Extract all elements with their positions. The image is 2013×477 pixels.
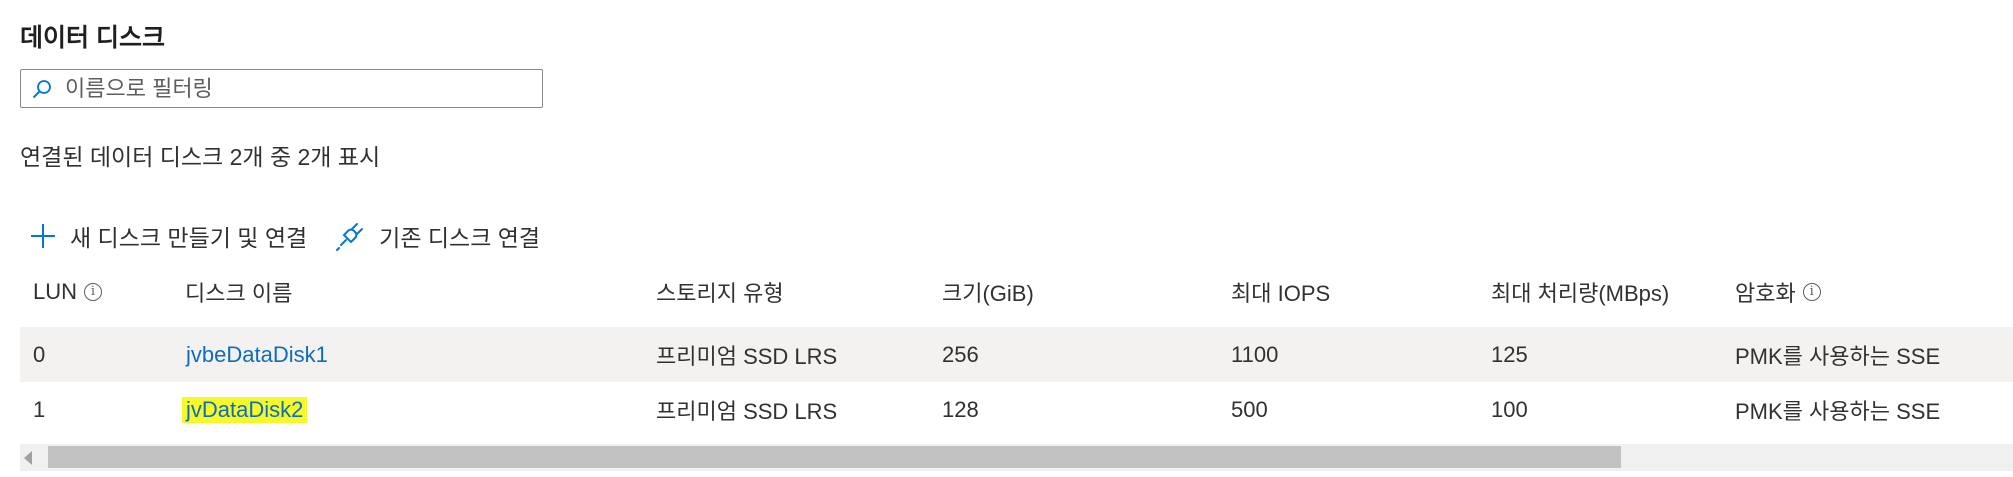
plug-icon — [335, 221, 365, 251]
toolbar: 새 디스크 만들기 및 연결 기존 디스크 연결 — [30, 216, 568, 256]
scrollbar-thumb[interactable] — [48, 446, 1621, 468]
cell-max-throughput: 100 — [1491, 396, 1528, 422]
cell-max-throughput: 125 — [1491, 341, 1528, 367]
search-icon — [29, 76, 55, 102]
disk-name-link[interactable]: jvbeDataDisk1 — [186, 327, 328, 382]
cell-storage-type: 프리미엄 SSD LRS — [656, 343, 838, 369]
create-attach-disk-label: 새 디스크 만들기 및 연결 — [70, 225, 308, 251]
data-disks-panel: 데이터 디스크 연결된 데이터 디스크 2개 중 2개 표시 새 디스크 만들기… — [0, 0, 2013, 477]
header-lun-label: LUN — [33, 278, 78, 304]
info-icon[interactable]: i — [1802, 282, 1821, 301]
header-encryption-label: 암호화 — [1735, 280, 1796, 306]
cell-lun: 1 — [33, 396, 46, 422]
cell-max-iops: 500 — [1231, 396, 1268, 422]
filter-input[interactable] — [63, 74, 527, 103]
disk-name-link[interactable]: jvDataDisk2 — [182, 382, 308, 437]
horizontal-scrollbar[interactable] — [20, 444, 2013, 471]
header-lun[interactable]: LUN i — [33, 264, 103, 319]
create-attach-disk-button[interactable]: 새 디스크 만들기 및 연결 — [30, 219, 307, 253]
cell-max-iops: 1100 — [1231, 341, 1279, 367]
disk-name-link-text[interactable]: jvbeDataDisk1 — [186, 342, 328, 368]
cell-encryption: PMK를 사용하는 SSE — [1735, 343, 1941, 369]
section-title: 데이터 디스크 — [20, 24, 165, 52]
data-disks-table: LUN i 디스크 이름 스토리지 유형 크기(GiB) 최대 IOPS 최대 … — [20, 272, 2013, 437]
attach-existing-disk-button[interactable]: 기존 디스크 연결 — [335, 219, 540, 253]
plus-icon — [30, 223, 56, 249]
header-storage-type[interactable]: 스토리지 유형 — [656, 264, 784, 319]
cell-storage-type: 프리미엄 SSD LRS — [656, 398, 838, 424]
attach-existing-disk-label: 기존 디스크 연결 — [379, 225, 541, 251]
cell-size: 256 — [942, 341, 979, 367]
table-row[interactable]: 1 jvDataDisk2 프리미엄 SSD LRS 128 500 100 P… — [20, 382, 2013, 437]
info-icon[interactable]: i — [84, 282, 103, 301]
cell-size: 128 — [942, 396, 979, 422]
table-header: LUN i 디스크 이름 스토리지 유형 크기(GiB) 최대 IOPS 최대 … — [20, 272, 2013, 327]
filter-box[interactable] — [20, 69, 543, 108]
header-size[interactable]: 크기(GiB) — [942, 264, 1034, 319]
table-row[interactable]: 0 jvbeDataDisk1 프리미엄 SSD LRS 256 1100 12… — [20, 327, 2013, 382]
header-disk-name[interactable]: 디스크 이름 — [185, 264, 292, 319]
disk-name-link-text[interactable]: jvDataDisk2 — [182, 396, 308, 423]
header-encryption[interactable]: 암호화 i — [1735, 264, 1821, 319]
header-max-throughput[interactable]: 최대 처리량(MBps) — [1491, 264, 1669, 319]
cell-encryption: PMK를 사용하는 SSE — [1735, 398, 1941, 424]
scroll-left-arrow-icon[interactable] — [24, 451, 32, 465]
cell-lun: 0 — [33, 341, 46, 367]
header-max-iops[interactable]: 최대 IOPS — [1231, 264, 1330, 319]
summary-text: 연결된 데이터 디스크 2개 중 2개 표시 — [20, 144, 381, 170]
